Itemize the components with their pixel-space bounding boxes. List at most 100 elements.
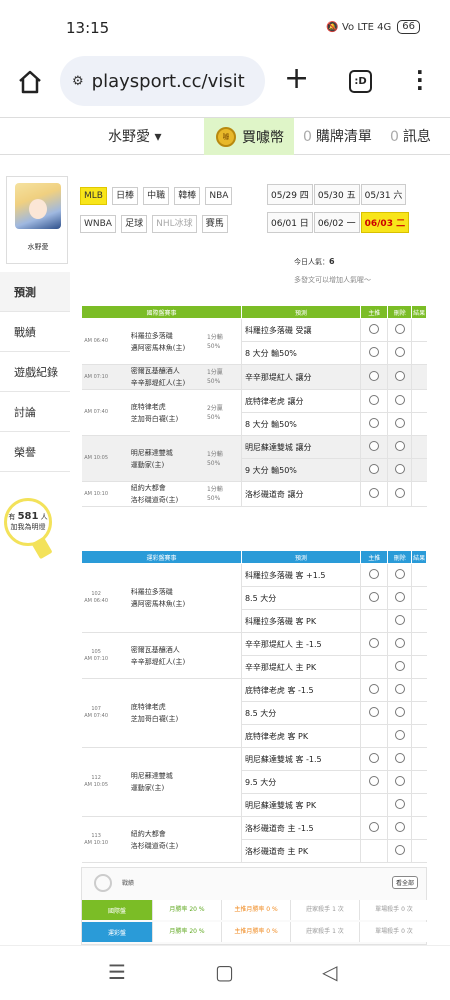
- radio-button[interactable]: [394, 371, 405, 381]
- league-chip[interactable]: 日棒: [112, 187, 139, 205]
- radio-button[interactable]: [394, 441, 405, 451]
- new-tab-icon[interactable]: +: [284, 62, 309, 96]
- date-chip[interactable]: 05/29 四: [267, 184, 313, 205]
- avatar[interactable]: 水野愛: [6, 176, 68, 264]
- site-settings-icon[interactable]: ⚙: [72, 74, 84, 89]
- radio-button[interactable]: [394, 347, 405, 357]
- result-cell: [411, 563, 427, 587]
- game-time: 112 AM 10:05: [81, 747, 111, 817]
- radio-button[interactable]: [369, 569, 380, 579]
- radio-button[interactable]: [394, 395, 405, 405]
- radio-button[interactable]: [394, 569, 405, 579]
- radio-button[interactable]: [394, 684, 405, 694]
- radio-button[interactable]: [369, 464, 380, 474]
- url-bar[interactable]: ⚙ playsport.cc/visit: [60, 56, 265, 106]
- cell: [387, 586, 412, 610]
- radio-button[interactable]: [369, 418, 380, 428]
- radio-button[interactable]: [369, 441, 380, 451]
- cell: [360, 563, 388, 587]
- radio-button[interactable]: [394, 661, 405, 671]
- radio-button[interactable]: [369, 753, 380, 763]
- date-chip[interactable]: 06/03 二: [360, 212, 410, 233]
- date-chip[interactable]: 05/31 六: [360, 184, 407, 205]
- radio-button[interactable]: [394, 707, 405, 717]
- radio-button[interactable]: [394, 799, 405, 809]
- sidebar-item-honors[interactable]: 榮譽: [0, 432, 70, 472]
- result-cell: [411, 655, 427, 679]
- cell: [360, 793, 388, 817]
- pick-cell: 科羅拉多落磯 客 +1.5: [240, 563, 361, 587]
- follow-lamp-button[interactable]: 有 581 人 加我為明燈: [4, 498, 53, 560]
- game-teams: 密爾瓦基釀酒人 辛辛那堤紅人(主): [110, 632, 207, 679]
- radio-button[interactable]: [369, 638, 380, 648]
- home-nav-icon[interactable]: ▢: [215, 960, 234, 984]
- league-chip[interactable]: 韓棒: [174, 187, 201, 205]
- radio-button[interactable]: [369, 395, 380, 405]
- radio-button[interactable]: [394, 730, 405, 740]
- view-all-button[interactable]: 看全部: [391, 876, 418, 889]
- buy-coins-button[interactable]: 噱 買噱幣: [204, 118, 294, 155]
- home-icon[interactable]: [16, 68, 44, 96]
- purchase-list-link[interactable]: 0 購牌清單: [303, 126, 372, 146]
- radio-button[interactable]: [369, 592, 380, 602]
- radio-button[interactable]: [394, 615, 405, 625]
- signal-icon: 🔕 Vo LTE 4G: [326, 21, 392, 33]
- pick-text: 辛辛那堤紅人 主 -1.5: [244, 639, 322, 649]
- date-chip[interactable]: 06/02 一: [313, 212, 360, 233]
- radio-button[interactable]: [369, 707, 380, 717]
- pick-text: 洛杉磯道奇 主 -1.5: [244, 823, 314, 833]
- radio-button[interactable]: [394, 822, 405, 832]
- sidebar-item-record[interactable]: 戰績: [0, 312, 70, 352]
- more-menu-icon[interactable]: · · ·: [416, 62, 424, 98]
- sidebar-item-discussion[interactable]: 討論: [0, 392, 70, 432]
- radio-button[interactable]: [394, 488, 405, 498]
- game-time: AM 10:10: [81, 481, 111, 507]
- back-icon[interactable]: ◁: [322, 960, 337, 984]
- recent-apps-icon[interactable]: ☰: [108, 960, 126, 984]
- league-chip[interactable]: 中職: [143, 187, 170, 205]
- date-chip[interactable]: 05/30 五: [313, 184, 360, 205]
- odds-line: 1分輸: [206, 486, 223, 493]
- sidebar-item-game-log[interactable]: 遊戲紀錄: [0, 352, 70, 392]
- league-chip[interactable]: WNBA: [80, 215, 116, 233]
- date-chip[interactable]: 06/01 日: [267, 212, 313, 233]
- tab-switcher-icon[interactable]: :D: [349, 70, 372, 93]
- pick-text: 科羅拉多落磯 客 PK: [244, 616, 317, 626]
- league-chip[interactable]: NHL冰球: [152, 215, 197, 233]
- sidebar-item-predictions[interactable]: 預測: [0, 272, 70, 312]
- league-chip[interactable]: NBA: [205, 187, 233, 205]
- radio-button[interactable]: [394, 418, 405, 428]
- radio-button[interactable]: [369, 488, 380, 498]
- radio-button[interactable]: [369, 371, 380, 381]
- odds-line: 1分輸: [206, 450, 223, 458]
- radio-button[interactable]: [369, 776, 380, 786]
- radio-button[interactable]: [369, 822, 380, 832]
- radio-button[interactable]: [394, 464, 405, 474]
- cell: [360, 318, 388, 342]
- radio-button[interactable]: [369, 347, 380, 357]
- radio-button[interactable]: [369, 684, 380, 694]
- stats-cell: 月勝率 20 %: [152, 900, 221, 920]
- radio-button[interactable]: [369, 324, 380, 334]
- radio-button[interactable]: [394, 324, 405, 334]
- user-dropdown[interactable]: 水野愛 ▾: [108, 126, 161, 146]
- pick-cell: 9.5 大分: [240, 770, 361, 794]
- league-chip[interactable]: 足球: [121, 215, 148, 233]
- radio-button[interactable]: [394, 776, 405, 786]
- stats-row-label: 運彩盤: [82, 922, 152, 942]
- radio-button[interactable]: [394, 638, 405, 648]
- cell: [360, 389, 388, 413]
- league-chip[interactable]: MLB: [80, 187, 107, 205]
- cell: [387, 793, 412, 817]
- radio-button[interactable]: [394, 753, 405, 763]
- radio-button[interactable]: [394, 592, 405, 602]
- cell: [387, 655, 412, 679]
- popularity-hint: 多發文可以增加人氣喔～: [294, 276, 371, 284]
- messages-link[interactable]: 0 訊息: [390, 126, 431, 146]
- league-chip[interactable]: 賽馬: [201, 215, 228, 233]
- cell: [360, 586, 388, 610]
- game-time: AM 07:40: [81, 389, 111, 436]
- radio-button[interactable]: [394, 845, 405, 855]
- cell: [360, 839, 388, 863]
- away-team: 運動家(主): [130, 460, 165, 469]
